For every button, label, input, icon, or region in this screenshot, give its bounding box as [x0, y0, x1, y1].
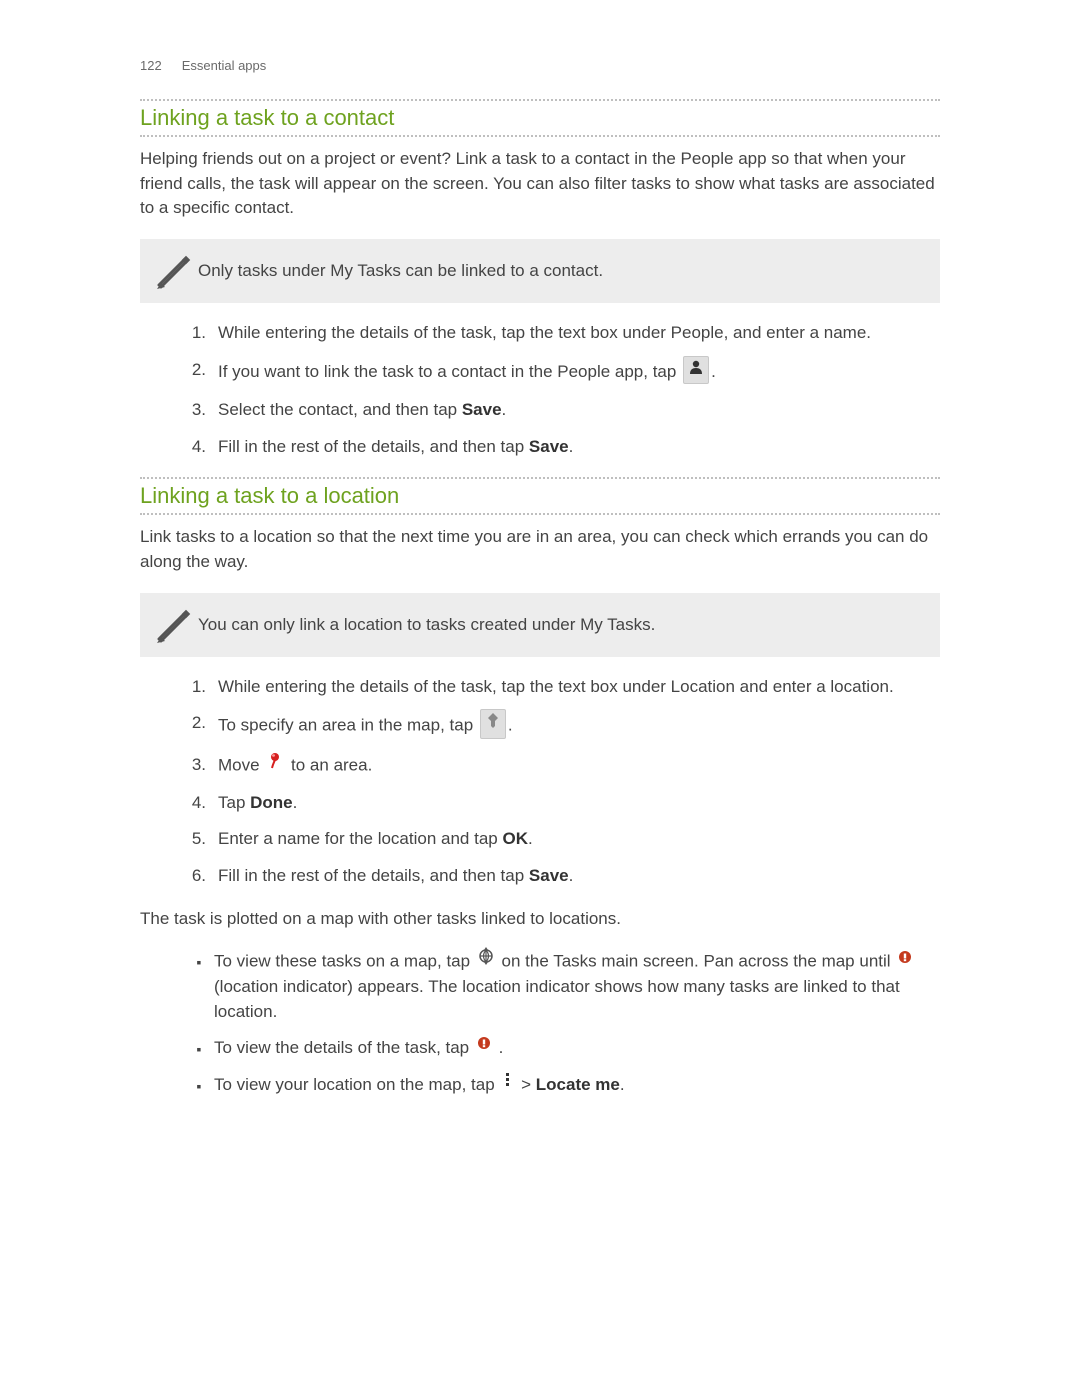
- step-item: 2. To specify an area in the map, tap .: [188, 711, 940, 741]
- text-fragment: .: [569, 437, 574, 456]
- pin-outline-icon: [480, 709, 506, 739]
- step-number: 1.: [188, 321, 218, 346]
- step-text: Enter a name for the location and tap OK…: [218, 827, 940, 852]
- step-item: 6. Fill in the rest of the details, and …: [188, 864, 940, 889]
- text-fragment: To view these tasks on a map, tap: [214, 952, 475, 971]
- note-text: You can only link a location to tasks cr…: [194, 615, 655, 635]
- bullet-marker: ▪: [184, 1073, 214, 1098]
- bullet-marker: ▪: [184, 1036, 214, 1061]
- text-fragment: .: [528, 829, 533, 848]
- chapter-name: Essential apps: [182, 58, 267, 73]
- divider: [140, 135, 940, 137]
- step-text: While entering the details of the task, …: [218, 675, 940, 700]
- text-fragment: If you want to link the task to a contac…: [218, 361, 681, 380]
- pushpin-icon: [266, 751, 284, 777]
- after-paragraph: The task is plotted on a map with other …: [140, 907, 940, 932]
- text-fragment: To specify an area in the map, tap: [218, 716, 478, 735]
- steps-list: 1. While entering the details of the tas…: [188, 321, 940, 460]
- step-text: While entering the details of the task, …: [218, 321, 940, 346]
- intro-paragraph: Link tasks to a location so that the nex…: [140, 525, 940, 574]
- note-callout: Only tasks under My Tasks can be linked …: [140, 239, 940, 303]
- text-fragment: Select the contact, and then tap: [218, 400, 462, 419]
- step-text: If you want to link the task to a contac…: [218, 358, 940, 387]
- bullet-text: To view the details of the task, tap .: [214, 1036, 940, 1061]
- step-text: Fill in the rest of the details, and the…: [218, 435, 940, 460]
- bold-text: Done: [250, 793, 293, 812]
- text-fragment: To view the details of the task, tap: [214, 1038, 474, 1057]
- bullet-list: ▪ To view these tasks on a map, tap on t…: [184, 949, 940, 1098]
- step-text: To specify an area in the map, tap .: [218, 711, 940, 741]
- text-fragment: Enter a name for the location and tap: [218, 829, 502, 848]
- pen-icon: [152, 253, 194, 289]
- note-text: Only tasks under My Tasks can be linked …: [194, 261, 603, 281]
- document-page: 122 Essential apps Linking a task to a c…: [0, 0, 1080, 1098]
- step-item: 5. Enter a name for the location and tap…: [188, 827, 940, 852]
- step-item: 3. Select the contact, and then tap Save…: [188, 398, 940, 423]
- step-item: 4. Tap Done.: [188, 791, 940, 816]
- text-fragment: >: [521, 1075, 536, 1094]
- step-item: 1. While entering the details of the tas…: [188, 321, 940, 346]
- step-number: 2.: [188, 358, 218, 387]
- text-fragment: Fill in the rest of the details, and the…: [218, 437, 529, 456]
- bold-text: Save: [529, 866, 569, 885]
- bold-text: OK: [502, 829, 528, 848]
- bold-text: Locate me: [536, 1075, 620, 1094]
- pen-icon: [152, 607, 194, 643]
- text-fragment: Move: [218, 755, 264, 774]
- step-item: 3. Move to an area.: [188, 753, 940, 779]
- step-text: Tap Done.: [218, 791, 940, 816]
- bullet-item: ▪ To view these tasks on a map, tap on t…: [184, 949, 940, 1024]
- text-fragment: .: [620, 1075, 625, 1094]
- step-text: Fill in the rest of the details, and the…: [218, 864, 940, 889]
- bullet-item: ▪ To view the details of the task, tap .: [184, 1036, 940, 1061]
- steps-list: 1. While entering the details of the tas…: [188, 675, 940, 889]
- text-fragment: To view your location on the map, tap: [214, 1075, 499, 1094]
- step-item: 4. Fill in the rest of the details, and …: [188, 435, 940, 460]
- step-number: 5.: [188, 827, 218, 852]
- step-text: Select the contact, and then tap Save.: [218, 398, 940, 423]
- globe-icon: [477, 947, 495, 973]
- bold-text: Save: [529, 437, 569, 456]
- step-number: 4.: [188, 435, 218, 460]
- location-indicator-icon: [476, 1034, 492, 1059]
- text-fragment: .: [508, 716, 513, 735]
- divider: [140, 513, 940, 515]
- step-item: 2. If you want to link the task to a con…: [188, 358, 940, 387]
- bullet-text: To view your location on the map, tap > …: [214, 1073, 940, 1098]
- text-fragment: .: [711, 361, 716, 380]
- bold-text: Save: [462, 400, 502, 419]
- section-heading: Linking a task to a location: [140, 479, 940, 513]
- step-number: 1.: [188, 675, 218, 700]
- step-number: 4.: [188, 791, 218, 816]
- menu-dots-icon: [501, 1071, 514, 1096]
- text-fragment: .: [499, 1038, 504, 1057]
- section-heading: Linking a task to a contact: [140, 101, 940, 135]
- step-number: 3.: [188, 398, 218, 423]
- text-fragment: Tap: [218, 793, 250, 812]
- location-indicator-icon: [897, 948, 913, 973]
- intro-paragraph: Helping friends out on a project or even…: [140, 147, 940, 221]
- text-fragment: (location indicator) appears. The locati…: [214, 977, 900, 1021]
- bullet-marker: ▪: [184, 949, 214, 1024]
- step-number: 2.: [188, 711, 218, 741]
- step-item: 1. While entering the details of the tas…: [188, 675, 940, 700]
- step-number: 6.: [188, 864, 218, 889]
- text-fragment: on the Tasks main screen. Pan across the…: [502, 952, 896, 971]
- note-callout: You can only link a location to tasks cr…: [140, 593, 940, 657]
- step-text: Move to an area.: [218, 753, 940, 779]
- text-fragment: .: [293, 793, 298, 812]
- step-number: 3.: [188, 753, 218, 779]
- text-fragment: .: [502, 400, 507, 419]
- bullet-item: ▪ To view your location on the map, tap …: [184, 1073, 940, 1098]
- text-fragment: to an area.: [291, 755, 372, 774]
- bullet-text: To view these tasks on a map, tap on the…: [214, 949, 940, 1024]
- person-icon: [683, 356, 709, 385]
- page-header: 122 Essential apps: [140, 58, 940, 73]
- text-fragment: Fill in the rest of the details, and the…: [218, 866, 529, 885]
- page-number: 122: [140, 58, 162, 73]
- text-fragment: .: [569, 866, 574, 885]
